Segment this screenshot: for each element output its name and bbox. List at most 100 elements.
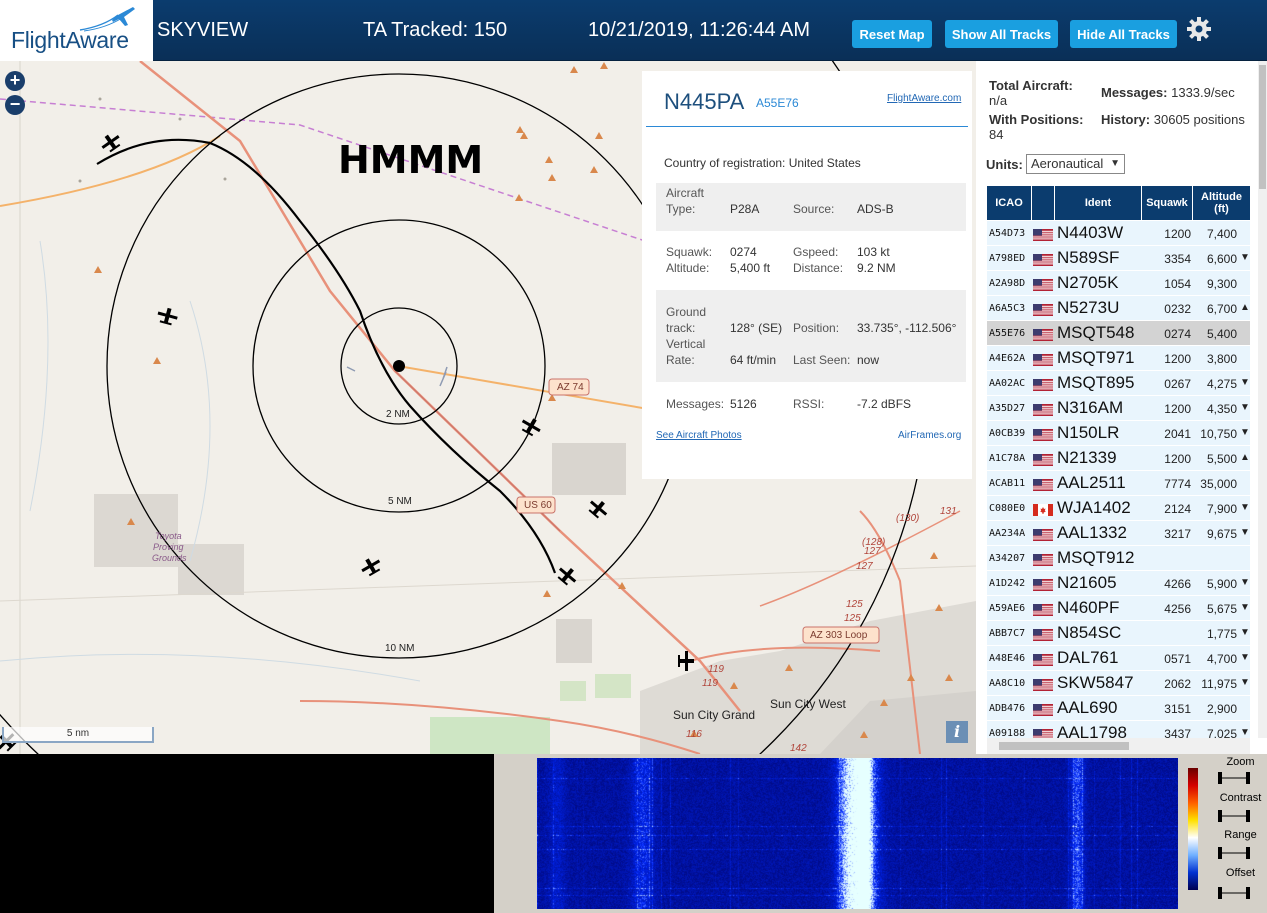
panel-scrollbar-vertical[interactable] <box>1258 61 1267 738</box>
flag-cell <box>1033 503 1053 516</box>
table-row[interactable]: A34207 MSQT912 <box>987 546 1250 571</box>
vertical-rate-value: 64 ft/min <box>730 353 777 367</box>
aircraft-icon[interactable] <box>518 414 543 438</box>
waterfall-spectrogram[interactable] <box>537 758 1178 909</box>
column-icao[interactable]: ICAO <box>987 186 1031 220</box>
column-ident[interactable]: Ident <box>1055 186 1141 220</box>
icao-cell: A54D73 <box>989 228 1026 239</box>
altitude-trend-icon: ▼ <box>1240 627 1250 638</box>
flag-cell <box>1033 303 1053 316</box>
table-row[interactable]: AA234A AAL1332 3217 9,675 ▼ <box>987 521 1250 546</box>
altitude-trend-icon: ▼ <box>1240 502 1250 513</box>
column-altitude[interactable]: Altitude (ft) <box>1193 186 1250 220</box>
table-row[interactable]: A1C78A N21339 1200 5,500 ▲ <box>987 446 1250 471</box>
altitude-cell: 6,700 <box>1206 302 1237 316</box>
logo-text: FlightAware <box>11 27 129 54</box>
aircraft-type-label: Aircraft Type: <box>666 186 705 216</box>
squawk-cell: 3151 <box>1164 702 1191 716</box>
aircraft-photos-link[interactable]: See Aircraft Photos <box>656 430 742 441</box>
source-label: Source: <box>793 202 835 216</box>
table-row[interactable]: ACAB11 AAL2511 7774 35,000 <box>987 471 1250 496</box>
ring-label-10nm: 10 NM <box>385 643 415 654</box>
icao-cell: AA8C10 <box>989 678 1026 689</box>
table-row[interactable]: A798ED N589SF 3354 6,600 ▼ <box>987 246 1250 271</box>
table-row[interactable]: A1D242 N21605 4266 5,900 ▼ <box>987 571 1250 596</box>
table-row[interactable]: ABB7C7 N854SC 1,775 ▼ <box>987 621 1250 646</box>
icao-cell: ADB476 <box>989 703 1026 714</box>
icao-cell: AA234A <box>989 528 1026 539</box>
squawk-cell: 0232 <box>1164 302 1191 316</box>
popup-hex[interactable]: A55E76 <box>756 96 799 110</box>
table-row[interactable]: A6A5C3 N5273U 0232 6,700 ▲ <box>987 296 1250 321</box>
popup-country: Country of registration: United States <box>664 156 861 170</box>
zoom-in-button[interactable]: + <box>5 71 25 91</box>
logo-text-a: Flight <box>11 27 66 53</box>
column-flag[interactable] <box>1032 186 1054 220</box>
icao-cell: A48E46 <box>989 653 1026 664</box>
ground-track-label: Ground track: <box>666 305 707 335</box>
hide-all-tracks-button[interactable]: Hide All Tracks <box>1070 20 1177 48</box>
aircraft-icon[interactable] <box>358 554 383 578</box>
route-number: 127 <box>864 546 881 557</box>
aircraft-icon-selected[interactable] <box>554 563 580 588</box>
table-row[interactable]: ADB476 AAL690 3151 2,900 <box>987 696 1250 721</box>
column-squawk[interactable]: Squawk <box>1142 186 1192 220</box>
place-label: Proving <box>153 542 184 552</box>
total-aircraft-stat: Total Aircraft: n/a <box>989 78 1073 108</box>
table-row[interactable]: A48E46 DAL761 0571 4,700 ▼ <box>987 646 1250 671</box>
units-label: Units: <box>986 157 1023 172</box>
aircraft-icon[interactable] <box>585 496 611 521</box>
us-flag-icon <box>1033 329 1053 341</box>
altitude-trend-icon: ▼ <box>1240 427 1250 438</box>
table-row[interactable]: A0CB39 N150LR 2041 10,750 ▼ <box>987 421 1250 446</box>
scroll-thumb[interactable] <box>1259 65 1266 189</box>
table-row[interactable]: AA02AC MSQT895 0267 4,275 ▼ <box>987 371 1250 396</box>
scroll-thumb-h[interactable] <box>999 742 1129 750</box>
flag-cell <box>1033 378 1053 391</box>
flightaware-logo[interactable]: FlightAware <box>0 0 153 61</box>
table-row[interactable]: A2A98D N2705K 1054 9,300 <box>987 271 1250 296</box>
road-label-az303-text: AZ 303 Loop <box>810 630 868 641</box>
show-all-tracks-button[interactable]: Show All Tracks <box>945 20 1058 48</box>
with-positions-label: With Positions: <box>989 112 1084 127</box>
icao-cell: A59AE6 <box>989 603 1026 614</box>
table-row[interactable]: C080E0 WJA1402 2124 7,900 ▼ <box>987 496 1250 521</box>
zoom-slider[interactable] <box>1218 772 1250 784</box>
table-row[interactable]: A59AE6 N460PF 4256 5,675 ▼ <box>987 596 1250 621</box>
table-row[interactable]: A35D27 N316AM 1200 4,350 ▼ <box>987 396 1250 421</box>
flightaware-link[interactable]: FlightAware.com <box>887 93 961 104</box>
range-slider[interactable] <box>1218 847 1250 859</box>
squawk-cell: 1200 <box>1164 402 1191 416</box>
table-row[interactable]: AA8C10 SKW5847 2062 11,975 ▼ <box>987 671 1250 696</box>
gear-icon[interactable] <box>1186 16 1212 42</box>
with-positions-stat: With Positions: 84 <box>989 112 1084 142</box>
aircraft-icon[interactable] <box>156 306 179 327</box>
table-row[interactable]: A4E62A MSQT971 1200 3,800 <box>987 346 1250 371</box>
skyview-app: FlightAware SKYVIEW TA Tracked: 150 10/2… <box>0 0 1267 913</box>
us-flag-icon <box>1033 304 1053 316</box>
messages-label: Messages: <box>666 397 725 411</box>
route-number: 131 <box>940 506 957 517</box>
squawk-cell: 1054 <box>1164 277 1191 291</box>
ident-cell: N589SF <box>1057 248 1120 267</box>
icao-cell: ABB7C7 <box>989 628 1026 639</box>
table-row[interactable]: A55E76 MSQT548 0274 5,400 <box>987 321 1250 346</box>
altitude-cell: 3,800 <box>1206 352 1237 366</box>
altitude-cell: 5,500 <box>1206 452 1237 466</box>
table-row[interactable]: A54D73 N4403W 1200 7,400 <box>987 221 1250 246</box>
airframes-link[interactable]: AirFrames.org <box>898 430 961 441</box>
rssi-label: RSSI: <box>793 397 825 411</box>
aircraft-detail-popup: N445PA A55E76 FlightAware.com Country of… <box>642 71 972 479</box>
info-button[interactable]: i <box>946 721 968 743</box>
reset-map-button[interactable]: Reset Map <box>852 20 932 48</box>
squawk-cell: 1200 <box>1164 352 1191 366</box>
units-select[interactable]: Aeronautical ▼ <box>1026 154 1125 174</box>
offset-slider[interactable] <box>1218 887 1250 899</box>
flag-cell <box>1033 328 1053 341</box>
ident-cell: AAL2511 <box>1057 473 1126 492</box>
contrast-slider[interactable] <box>1218 810 1250 822</box>
zoom-out-button[interactable]: − <box>5 95 25 115</box>
squawk-cell: 2062 <box>1164 677 1191 691</box>
panel-scrollbar-horizontal[interactable] <box>987 738 1250 754</box>
altitude-cell: 4,700 <box>1206 652 1237 666</box>
